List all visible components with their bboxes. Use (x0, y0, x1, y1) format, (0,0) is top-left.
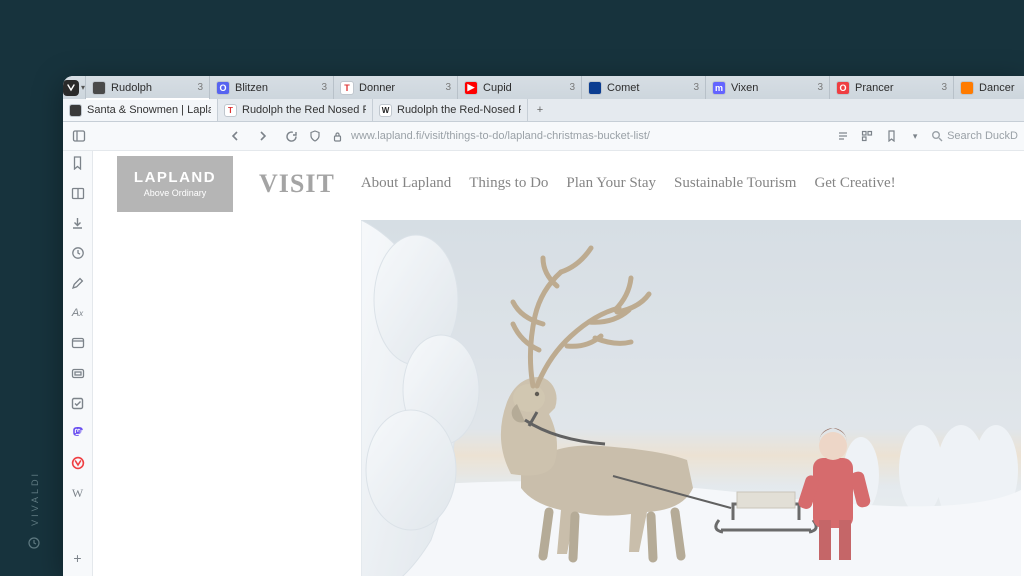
tab-stack-count: 3 (445, 82, 451, 93)
tab-stack[interactable]: Comet 3 (582, 76, 706, 99)
vivaldi-logo-icon (63, 80, 79, 96)
tab-stack-label: Rudolph (111, 82, 192, 94)
chevron-down-icon[interactable]: ▾ (907, 128, 923, 144)
tab-stack[interactable]: O Blitzen 3 (210, 76, 334, 99)
tab-stack[interactable]: ▶ Cupid 3 (458, 76, 582, 99)
favicon (588, 81, 602, 95)
mastodon-panel-icon[interactable] (70, 425, 86, 441)
tab-stack[interactable]: O Prancer 3 (830, 76, 954, 99)
tab-label: Rudolph the Red-Nosed Rei (397, 104, 521, 116)
tab[interactable]: T Rudolph the Red Nosed Rei (218, 99, 373, 121)
reader-icon[interactable] (835, 128, 851, 144)
site-logo[interactable]: LAPLAND Above Ordinary (117, 156, 233, 212)
tab-strip: Santa & Snowmen | Laplanc T Rudolph the Re… (63, 99, 1024, 122)
reading-list-panel-icon[interactable] (70, 185, 86, 201)
site-menu-item[interactable]: Get Creative! (814, 175, 895, 192)
chevron-down-icon: ▾ (81, 83, 85, 92)
browser-window: ▾ Rudolph 3 O Blitzen 3 T Donner 3 ▶ Cupid 3 Comet 3… (63, 76, 1024, 576)
vivaldi-status-icon (28, 536, 40, 548)
add-panel-button[interactable]: + (70, 550, 86, 566)
site-header: LAPLAND Above Ordinary VISIT About Lapla… (93, 151, 1024, 216)
favicon: T (340, 81, 354, 95)
favicon: m (712, 81, 726, 95)
site-menu-item[interactable]: Things to Do (469, 175, 548, 192)
back-button[interactable] (227, 128, 243, 144)
tab-stack-label: Vixen (731, 82, 812, 94)
tab-stack-count: 3 (693, 82, 699, 93)
qr-icon[interactable] (859, 128, 875, 144)
side-panel: Ax W + (63, 151, 93, 576)
tab-stack-count: 3 (941, 82, 947, 93)
vivaldi-social-panel-icon[interactable] (70, 455, 86, 471)
tab[interactable]: Santa & Snowmen | Laplanc (63, 99, 218, 121)
lock-icon (329, 128, 345, 144)
webpage-content: LAPLAND Above Ordinary VISIT About Lapla… (93, 151, 1024, 576)
tasks-panel-icon[interactable] (70, 395, 86, 411)
url-box[interactable]: www.lapland.fi/visit/things-to-do/laplan… (307, 128, 827, 144)
tab-stack-label: Blitzen (235, 82, 316, 94)
tab-stack[interactable]: Rudolph 3 (86, 76, 210, 99)
translate-panel-icon[interactable]: Ax (70, 305, 86, 321)
tab-stack-label: Donner (359, 82, 440, 94)
search-box[interactable]: Search DuckD (931, 130, 1018, 142)
tab[interactable]: W Rudolph the Red-Nosed Rei (373, 99, 528, 121)
window-panel-icon[interactable] (70, 335, 86, 351)
address-bar: www.lapland.fi/visit/things-to-do/laplan… (63, 122, 1024, 151)
favicon: O (836, 81, 850, 95)
favicon: W (379, 104, 392, 117)
hero-image (361, 220, 1021, 576)
brand-line1: LAPLAND (134, 169, 216, 186)
brand-line2: Above Ordinary (144, 188, 207, 198)
new-tab-button[interactable]: + (528, 99, 552, 121)
tab-stack-count: 3 (197, 82, 203, 93)
tab-stack-count: 3 (321, 82, 327, 93)
shield-icon (307, 128, 323, 144)
reload-button[interactable] (283, 128, 299, 144)
site-menu: About Lapland Things to Do Plan Your Stay S… (361, 175, 896, 192)
tab-stack[interactable]: Dancer4 (954, 76, 1024, 99)
favicon (69, 104, 82, 117)
favicon: O (216, 81, 230, 95)
url-text: www.lapland.fi/visit/things-to-do/laplan… (351, 130, 650, 142)
tab-stack-label: Cupid (483, 82, 564, 94)
site-menu-item[interactable]: Plan Your Stay (566, 175, 656, 192)
downloads-panel-icon[interactable] (70, 215, 86, 231)
vivaldi-menu-button[interactable]: ▾ (63, 76, 86, 99)
tabs-panel-icon[interactable] (70, 365, 86, 381)
tab-stack-count: 3 (817, 82, 823, 93)
forward-button[interactable] (255, 128, 271, 144)
tab-label: Santa & Snowmen | Laplanc (87, 104, 211, 116)
site-menu-item[interactable]: About Lapland (361, 175, 451, 192)
bookmarks-panel-icon[interactable] (70, 155, 86, 171)
history-panel-icon[interactable] (70, 245, 86, 261)
favicon: ▶ (464, 81, 478, 95)
tab-stack-label: Comet (607, 82, 688, 94)
tab-label: Rudolph the Red Nosed Rei (242, 104, 366, 116)
favicon (92, 81, 106, 95)
bookmark-icon[interactable] (883, 128, 899, 144)
tab-stack-count: 3 (569, 82, 575, 93)
favicon: T (224, 104, 237, 117)
vivaldi-wordmark: VIVALDI (30, 471, 40, 526)
tab-stack[interactable]: T Donner 3 (334, 76, 458, 99)
search-icon (931, 130, 943, 142)
tab-stack-label: Dancer (979, 82, 1024, 94)
wikipedia-panel-icon[interactable]: W (70, 485, 86, 501)
favicon (960, 81, 974, 95)
notes-panel-icon[interactable] (70, 275, 86, 291)
site-section-title: VISIT (259, 169, 335, 199)
tab-stack[interactable]: m Vixen 3 (706, 76, 830, 99)
tab-stack-strip: ▾ Rudolph 3 O Blitzen 3 T Donner 3 ▶ Cupid 3 Comet 3… (63, 76, 1024, 99)
tab-stack-label: Prancer (855, 82, 936, 94)
site-menu-item[interactable]: Sustainable Tourism (674, 175, 796, 192)
panel-toggle-icon[interactable] (69, 128, 89, 144)
search-placeholder: Search DuckD (947, 130, 1018, 142)
